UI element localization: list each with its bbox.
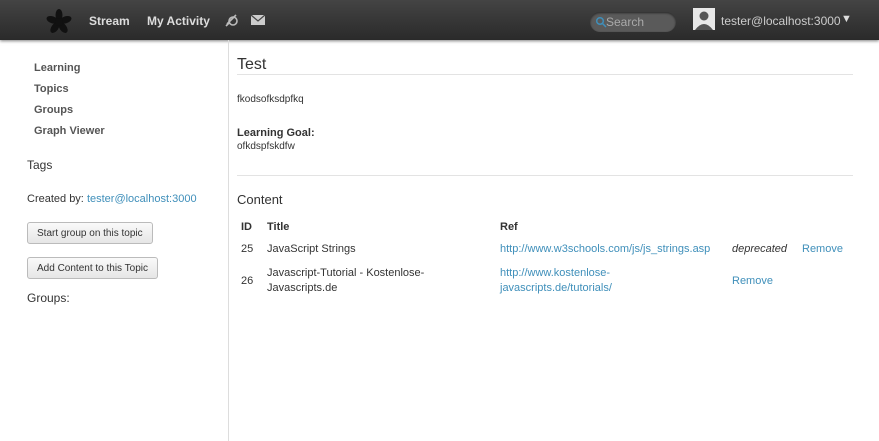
sidebar-item-graph-viewer[interactable]: Graph Viewer (34, 125, 105, 137)
sidebar-item-topics[interactable]: Topics (34, 83, 69, 95)
row-title: Javascript-Tutorial - Kostenlose- Javasc… (267, 266, 424, 296)
column-header-title: Title (267, 221, 290, 233)
column-header-ref: Ref (500, 221, 518, 233)
content-table: ID Title Ref 25 JavaScript Strings http:… (237, 40, 853, 340)
nav-my-activity-link[interactable]: My Activity (147, 14, 210, 28)
notification-icon[interactable] (224, 12, 240, 28)
sidebar: Learning Topics Groups Graph Viewer Tags… (0, 40, 229, 441)
row-status: deprecated (732, 243, 788, 255)
user-email[interactable]: tester@localhost:3000 (721, 14, 841, 28)
remove-link[interactable]: Remove (802, 242, 843, 257)
column-header-id: ID (241, 221, 252, 233)
asterisk-logo-icon[interactable] (46, 9, 72, 35)
row-ref-line: javascripts.de/tutorials/ (500, 282, 612, 294)
groups-label: Groups: (27, 291, 70, 305)
sidebar-item-groups[interactable]: Groups (34, 104, 73, 116)
start-group-button[interactable]: Start group on this topic (27, 222, 153, 244)
row-title-line: Javascript-Tutorial - Kostenlose- (267, 267, 425, 279)
mail-icon[interactable] (250, 12, 266, 28)
row-ref-link[interactable]: http://www.kostenlose- javascripts.de/tu… (500, 266, 612, 296)
row-ref-line: http://www.kostenlose- (500, 267, 611, 279)
add-content-button[interactable]: Add Content to this Topic (27, 257, 158, 279)
nav-stream-link[interactable]: Stream (89, 14, 130, 28)
avatar[interactable] (693, 8, 715, 30)
row-id: 26 (241, 275, 254, 287)
row-id: 25 (241, 243, 254, 255)
remove-link[interactable]: Remove (732, 274, 773, 289)
created-by-user-link[interactable]: tester@localhost:3000 (87, 193, 197, 205)
search-box[interactable] (590, 12, 676, 32)
row-title-line: Javascripts.de (267, 282, 338, 294)
row-title: JavaScript Strings (267, 243, 356, 255)
top-navbar: Stream My Activity tester@localhost:3000… (0, 0, 879, 40)
created-by: Created by: tester@localhost:3000 (27, 193, 197, 205)
chevron-down-icon[interactable]: ▼ (841, 13, 852, 25)
sidebar-item-learning[interactable]: Learning (34, 62, 80, 74)
search-input[interactable] (606, 13, 672, 31)
row-ref-link[interactable]: http://www.w3schools.com/js/js_strings.a… (500, 242, 710, 257)
created-by-label: Created by: (27, 193, 84, 205)
tags-label: Tags (27, 158, 53, 172)
